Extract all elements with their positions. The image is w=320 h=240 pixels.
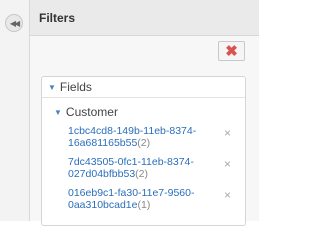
customer-group-label: Customer [65,105,118,119]
filter-value-link[interactable]: 016eb9c1-fa30-11e7-9560- 0aa310bcad1e(1) [68,187,210,211]
value-count: (2) [137,137,151,149]
remove-filter-icon[interactable]: × [224,126,231,140]
fields-toggle[interactable]: ▼ Fields [42,77,245,98]
list-item: 1cbc4cd8-149b-11eb-8374- 16a681165b55(2) … [68,125,243,156]
caret-down-icon: ▼ [48,82,56,92]
remove-filter-icon[interactable]: × [224,188,231,202]
fields-label: Fields [59,80,92,94]
double-chevron-left-icon[interactable]: ◀◀ [5,14,23,32]
customer-value-list: 1cbc4cd8-149b-11eb-8374- 16a681165b55(2) … [68,125,243,218]
caret-down-icon: ▼ [54,107,62,117]
clear-filters-button[interactable]: ✖ [218,41,245,61]
list-item: 016eb9c1-fa30-11e7-9560- 0aa310bcad1e(1) … [68,187,243,218]
filter-value-link[interactable]: 7dc43505-0fc1-11eb-8374- 027d04bfbb53(2) [68,156,210,180]
clear-x-icon: ✖ [225,42,238,60]
value-count: (1) [137,199,151,211]
filter-value-link[interactable]: 1cbc4cd8-149b-11eb-8374- 16a681165b55(2) [68,125,210,149]
filters-panel: Filters ✖ ▼ Fields ▼ Customer 1cbc4cd8-1… [30,0,259,226]
remove-filter-icon[interactable]: × [224,157,231,171]
filters-panel-header: Filters [30,0,259,36]
fields-section: ▼ Fields ▼ Customer 1cbc4cd8-149b-11eb-8… [41,76,246,226]
list-item: 7dc43505-0fc1-11eb-8374- 027d04bfbb53(2) … [68,156,243,187]
value-count: (2) [135,168,148,180]
collapsed-sidebar-strip: ◀◀ [0,0,30,221]
customer-group-toggle[interactable]: ▼ Customer [54,105,118,119]
panel-title: Filters [39,10,76,25]
